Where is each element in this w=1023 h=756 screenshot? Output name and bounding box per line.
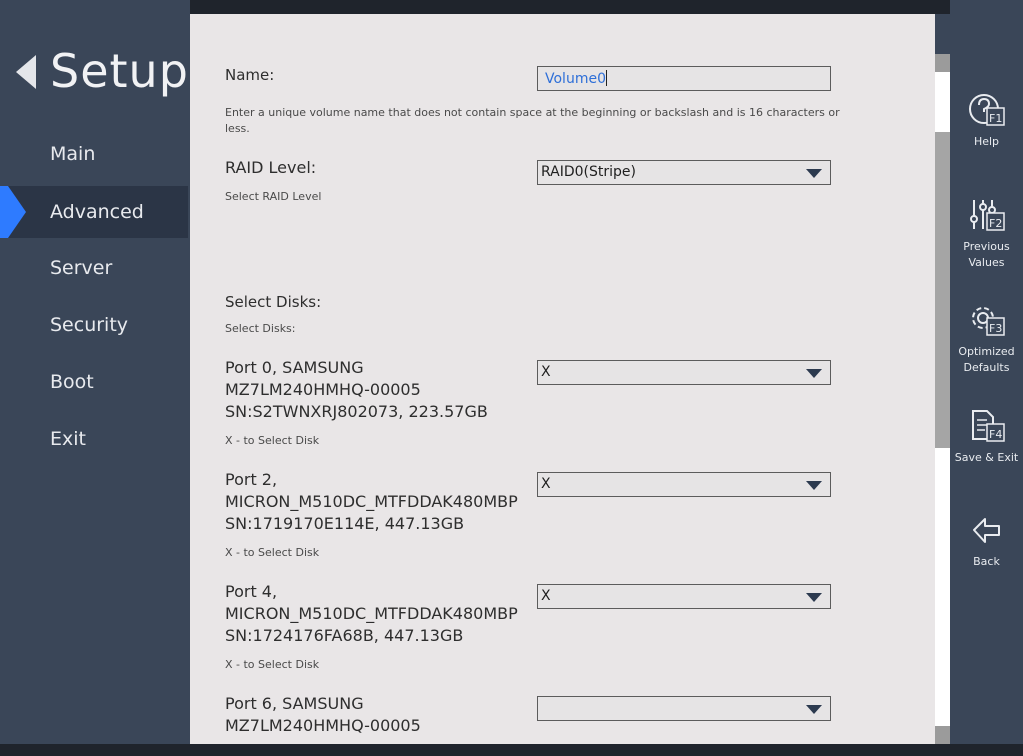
disk-help: X - to Select Disk <box>225 546 320 559</box>
disk-select-value: X <box>541 588 551 604</box>
svg-text:F2: F2 <box>989 217 1002 230</box>
active-indicator <box>0 186 8 238</box>
svg-text:F1: F1 <box>989 112 1002 125</box>
help-label: Help <box>973 135 1000 148</box>
volume-name-input[interactable]: Volume0 <box>537 66 831 91</box>
bottom-strip <box>0 744 1023 756</box>
scrollbar-up[interactable] <box>935 54 950 72</box>
select-disks-help: Select Disks: <box>225 322 296 335</box>
nav-item-main[interactable]: Main <box>0 128 188 180</box>
chevron-down-icon <box>806 705 822 714</box>
optimized-defaults-label: Optimized Defaults <box>958 345 1015 374</box>
disk-label: Port 2, MICRON_M510DC_MTFDDAK480MBP SN:1… <box>225 470 518 533</box>
chevron-down-icon <box>806 593 822 602</box>
scrollbar-thumb[interactable] <box>935 132 950 448</box>
disk-select-port6[interactable] <box>537 696 831 721</box>
disk-label: Port 0, SAMSUNG MZ7LM240HMHQ-00005 SN:S2… <box>225 358 488 421</box>
svg-text:F3: F3 <box>989 322 1002 335</box>
raid-level-value: RAID0(Stripe) <box>541 164 636 180</box>
raid-level-help: Select RAID Level <box>225 190 322 203</box>
disk-select-port0[interactable]: X <box>537 360 831 385</box>
previous-values-button[interactable]: F2 Previous Values <box>950 197 1023 271</box>
disk-select-port4[interactable]: X <box>537 584 831 609</box>
nav-item-security[interactable]: Security <box>0 299 188 351</box>
chevron-down-icon <box>806 481 822 490</box>
nav-item-advanced[interactable]: Advanced <box>0 186 188 238</box>
disk-label: Port 4, MICRON_M510DC_MTFDDAK480MBP SN:1… <box>225 582 518 645</box>
back-arrow-icon[interactable] <box>16 55 36 89</box>
disk-help: X - to Select Disk <box>225 658 320 671</box>
main-panel: Name: Volume0 Enter a unique volume name… <box>190 14 935 756</box>
raid-level-label: RAID Level: <box>225 158 317 177</box>
chevron-down-icon <box>806 169 822 178</box>
previous-values-label: Previous Values <box>963 240 1010 269</box>
nav-item-server[interactable]: Server <box>0 242 188 294</box>
scrollbar-down[interactable] <box>935 726 950 744</box>
nav-item-boot[interactable]: Boot <box>0 356 188 408</box>
svg-text:F4: F4 <box>989 428 1002 441</box>
disk-label: Port 6, SAMSUNG MZ7LM240HMHQ-00005 <box>225 694 421 735</box>
back-icon <box>972 518 1000 543</box>
optimized-defaults-button[interactable]: F3 Optimized Defaults <box>950 302 1023 376</box>
help-f1-icon: F1 <box>968 94 1005 126</box>
raid-level-select[interactable]: RAID0(Stripe) <box>537 160 831 185</box>
select-disks-label: Select Disks: <box>225 293 322 311</box>
back-label: Back <box>973 555 1000 568</box>
left-navigation: Setup Main Advanced Server Security Boot… <box>0 0 190 756</box>
save-exit-button[interactable]: F4 Save & Exit <box>950 408 1023 466</box>
top-bar <box>190 0 950 14</box>
disk-help: X - to Select Disk <box>225 434 320 447</box>
name-label: Name: <box>225 66 275 84</box>
setup-title: Setup <box>50 44 189 98</box>
volume-name-value: Volume0 <box>545 70 607 87</box>
gear-f3-icon: F3 <box>971 307 1005 336</box>
chevron-down-icon <box>806 369 822 378</box>
nav-item-exit[interactable]: Exit <box>0 413 188 465</box>
right-toolbar: F1 Help F2 Previous Values F3 Optimized … <box>950 0 1023 756</box>
sliders-f2-icon: F2 <box>969 200 1005 231</box>
disk-select-value: X <box>541 476 551 492</box>
disk-select-port2[interactable]: X <box>537 472 831 497</box>
document-f4-icon: F4 <box>971 410 1005 442</box>
active-indicator-arrow <box>8 186 26 238</box>
help-button[interactable]: F1 Help <box>950 92 1023 150</box>
disk-select-value: X <box>541 364 551 380</box>
name-help-text: Enter a unique volume name that does not… <box>225 106 840 135</box>
save-exit-label: Save & Exit <box>954 451 1019 464</box>
back-button[interactable]: Back <box>950 514 1023 570</box>
